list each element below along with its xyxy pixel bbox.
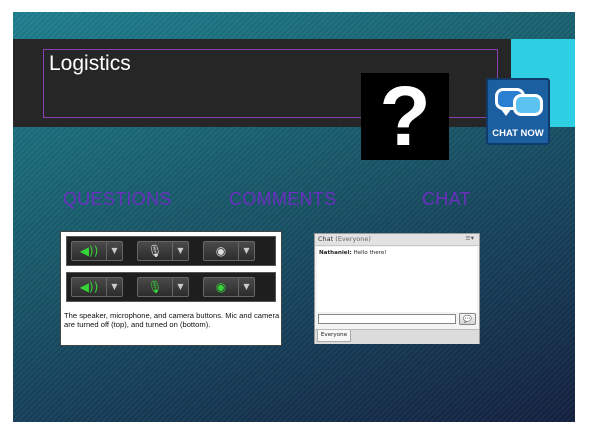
heading-chat: CHAT <box>422 189 471 209</box>
microphone-button[interactable]: 🎙 ▼ <box>137 277 189 297</box>
send-button[interactable]: 💬 <box>459 313 476 325</box>
camera-icon: ◉ <box>215 280 227 294</box>
microphone-icon: 🎙 <box>147 280 163 294</box>
microphone-icon: 🎙 <box>147 244 163 258</box>
heading-questions: QUESTIONS <box>63 189 172 209</box>
chat-message-area: Nathaniel: Hello there! <box>317 247 477 312</box>
camera-button[interactable]: ◉ ▼ <box>203 277 255 297</box>
speaker-button[interactable]: ◀)) ▼ <box>71 277 123 297</box>
speaker-button[interactable]: ◀)) ▼ <box>71 241 123 261</box>
chevron-down-icon[interactable]: ▼ <box>172 242 188 260</box>
speaker-icon: ◀)) <box>79 244 99 258</box>
chat-input[interactable] <box>318 314 456 324</box>
chat-title-text: Chat <box>318 235 334 243</box>
chat-tab-bar: Everyone <box>315 329 479 344</box>
slide: Logistics ? CHAT NOW QUESTIONS COMMENTS … <box>13 12 575 422</box>
chevron-down-icon[interactable]: ▼ <box>238 242 254 260</box>
chevron-down-icon[interactable]: ▼ <box>172 278 188 296</box>
chat-pod: Chat (Everyone) ≡▾ Nathaniel: Hello ther… <box>314 233 480 344</box>
speaker-icon: ◀)) <box>79 280 99 294</box>
slide-title: Logistics <box>49 52 131 75</box>
chat-now-label: CHAT NOW <box>492 128 544 139</box>
controls-row-off: ◀)) ▼ 🎙 ▼ ◉ ▼ <box>66 236 276 266</box>
chevron-down-icon[interactable]: ▼ <box>106 242 122 260</box>
av-caption: The speaker, microphone, and camera butt… <box>64 311 280 329</box>
camera-icon: ◉ <box>215 244 227 258</box>
chat-scope: (Everyone) <box>335 235 371 243</box>
camera-button[interactable]: ◉ ▼ <box>203 241 255 261</box>
tab-everyone[interactable]: Everyone <box>317 330 351 342</box>
chevron-down-icon[interactable]: ▼ <box>238 278 254 296</box>
question-mark-image: ? <box>361 73 449 160</box>
microphone-button[interactable]: 🎙 ▼ <box>137 241 189 261</box>
av-controls-panel: ◀)) ▼ 🎙 ▼ ◉ ▼ ◀)) ▼ 🎙 ▼ ◉ ▼ The speaker,… <box>60 231 282 346</box>
message-text: Hello there! <box>353 250 387 256</box>
chevron-down-icon[interactable]: ▼ <box>106 278 122 296</box>
message-sender: Nathaniel: <box>319 250 352 256</box>
send-icon: 💬 <box>463 315 472 323</box>
heading-comments: COMMENTS <box>229 189 337 209</box>
chat-header: Chat (Everyone) ≡▾ <box>315 234 479 246</box>
chat-now-button[interactable]: CHAT NOW <box>486 78 550 145</box>
chat-menu-icon[interactable]: ≡▾ <box>465 234 474 242</box>
chat-bubble-icon-secondary <box>513 94 543 116</box>
chat-title: Chat (Everyone) <box>318 235 371 243</box>
chat-message: Nathaniel: Hello there! <box>319 250 387 256</box>
controls-row-on: ◀)) ▼ 🎙 ▼ ◉ ▼ <box>66 272 276 302</box>
chat-bubble-tail <box>500 108 512 116</box>
